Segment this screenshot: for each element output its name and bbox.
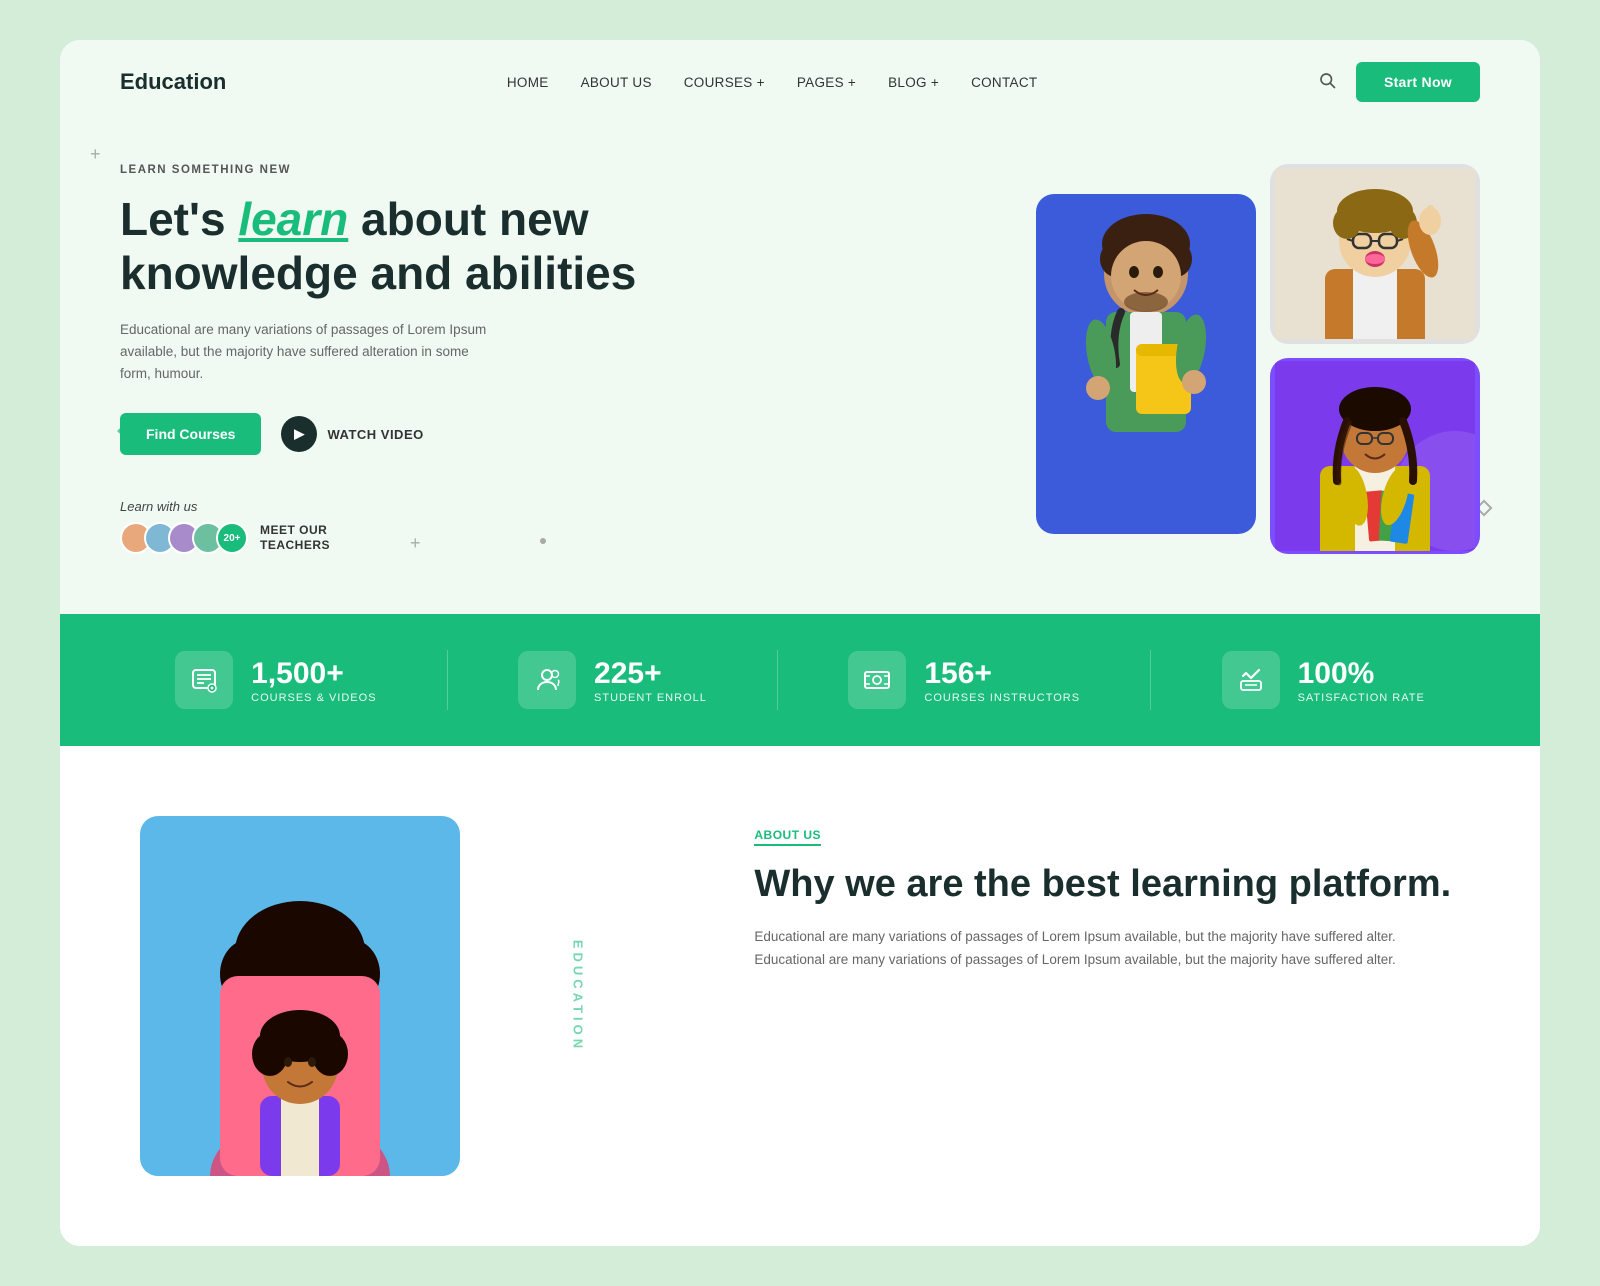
stat-students-number: 225+ [594,657,707,690]
nav-blog[interactable]: BLOG + [888,75,939,90]
nav-courses[interactable]: COURSES + [684,75,765,90]
stat-instructors-text: 156+ COURSES INSTRUCTORS [924,657,1080,704]
stat-courses-icon [175,651,233,709]
navbar-right: Start Now [1318,62,1480,102]
hero-actions: Find Courses ▶ WATCH VIDEO [120,413,640,455]
hero-main-image [1036,194,1256,534]
about-left: EDUCATION [140,816,694,1176]
hero-title-prefix: Let's [120,193,238,245]
stat-divider-1 [447,650,448,710]
play-icon: ▶ [281,416,317,452]
stat-courses-text: 1,500+ COURSES & VIDEOS [251,657,376,704]
nav-pages[interactable]: PAGES + [797,75,856,90]
nav-about[interactable]: ABOUT US [581,75,652,90]
watch-video-label: WATCH VIDEO [327,427,423,442]
about-eyebrow: ABOUT US [754,828,821,846]
watch-video-button[interactable]: ▶ WATCH VIDEO [281,416,423,452]
stat-divider-2 [777,650,778,710]
hero-title: Let's learn about new knowledge and abil… [120,192,640,301]
about-overlay-image [220,976,380,1176]
stat-divider-3 [1150,650,1151,710]
stat-satisfaction-icon [1222,651,1280,709]
nav-home[interactable]: HOME [507,75,549,90]
stat-instructors-label: COURSES INSTRUCTORS [924,692,1080,704]
hero-title-highlight: learn [238,193,348,245]
nav-contact[interactable]: CONTACT [971,75,1037,90]
stat-instructors-number: 156+ [924,657,1080,690]
about-right: ABOUT US Why we are the best learning pl… [754,816,1460,971]
hero-eyebrow: LEARN SOMETHING NEW [120,164,640,176]
start-now-button[interactable]: Start Now [1356,62,1480,102]
hero-description: Educational are many variations of passa… [120,319,500,386]
hero-bottom-image [1270,358,1480,554]
find-courses-button[interactable]: Find Courses [120,413,261,455]
stat-students: 225+ STUDENT ENROLL [518,651,707,709]
nav-links: HOME ABOUT US COURSES + PAGES + BLOG + C… [507,75,1038,90]
hero-top-image [1270,164,1480,344]
search-icon[interactable] [1318,71,1336,94]
hero-side-images [1270,164,1480,554]
stat-courses: 1,500+ COURSES & VIDEOS [175,651,376,709]
avatar-count: 20+ [216,522,248,554]
education-vertical-text: EDUCATION [571,940,586,1052]
avatars-stack: 20+ [120,522,248,554]
stat-instructors-icon [848,651,906,709]
stat-students-label: STUDENT ENROLL [594,692,707,704]
deco-plus-1: + [90,144,101,165]
stat-satisfaction-number: 100% [1298,657,1425,690]
about-section: EDUCATION ABOUT US Why we are the best l… [60,746,1540,1246]
stat-courses-label: COURSES & VIDEOS [251,692,376,704]
hero-right [827,164,1480,554]
hero-left: LEARN SOMETHING NEW Let's learn about ne… [120,164,640,554]
stat-instructors: 156+ COURSES INSTRUCTORS [848,651,1080,709]
stats-bar: 1,500+ COURSES & VIDEOS 225+ STUDENT EN [60,614,1540,746]
learn-with-us-label: Learn with us [120,499,640,514]
stat-satisfaction: 100% SATISFACTION RATE [1222,651,1425,709]
stat-courses-number: 1,500+ [251,657,376,690]
about-description: Educational are many variations of passa… [754,926,1460,972]
stat-satisfaction-label: SATISFACTION RATE [1298,692,1425,704]
stat-satisfaction-text: 100% SATISFACTION RATE [1298,657,1425,704]
stat-students-icon [518,651,576,709]
meet-teachers-label[interactable]: MEET OUR TEACHERS [260,523,330,554]
teachers-row: 20+ MEET OUR TEACHERS [120,522,640,554]
stat-students-text: 225+ STUDENT ENROLL [594,657,707,704]
hero-section: + + LEARN SOMETHING NEW Let's learn abou… [60,124,1540,614]
learn-with-us: Learn with us 20+ MEET OUR TEACHERS [120,499,640,554]
logo: Education [120,69,226,95]
about-title: Why we are the best learning platform. [754,862,1460,908]
navbar: Education HOME ABOUT US COURSES + PAGES … [60,40,1540,124]
